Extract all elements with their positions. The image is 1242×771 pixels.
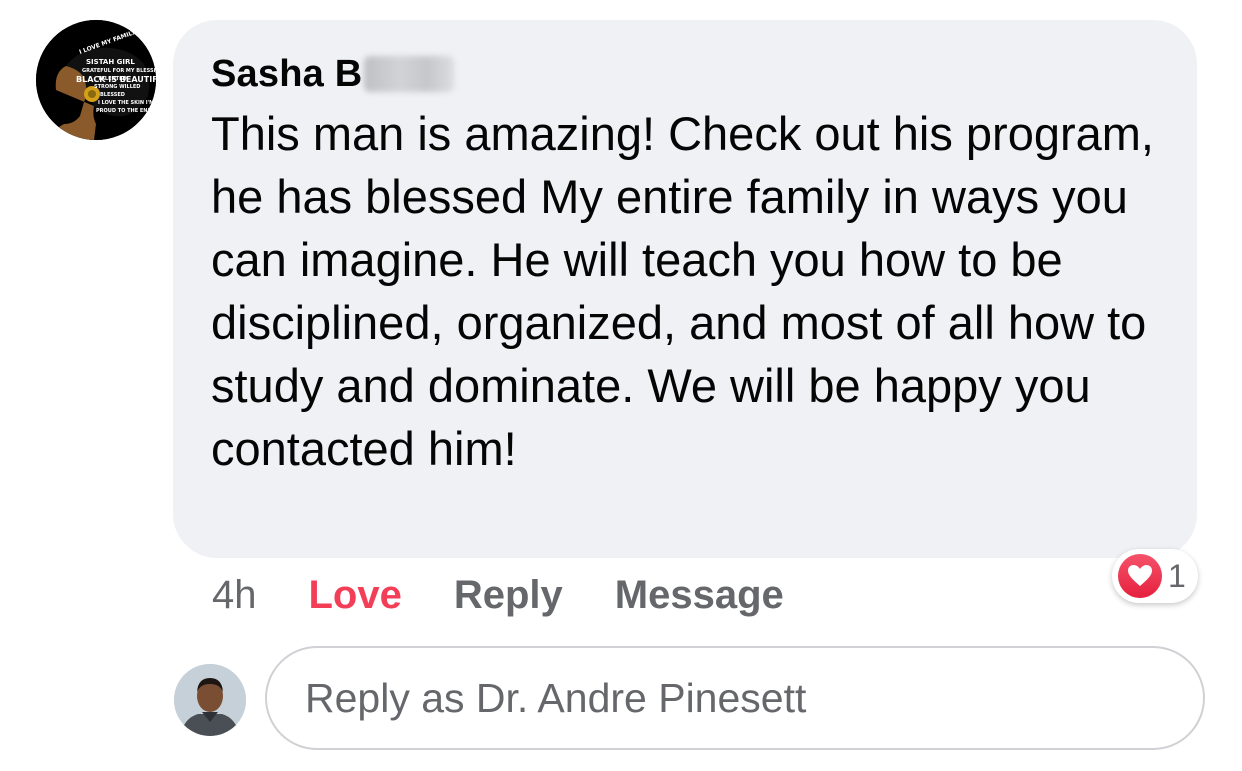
svg-text:GRATEFUL FOR MY BLESSINGS: GRATEFUL FOR MY BLESSINGS — [82, 68, 156, 74]
commenter-avatar[interactable]: I LOVE MY FAMILY SISTAH GIRL GRATEFUL FO… — [36, 20, 156, 140]
comment-bubble: Sasha B This man is amazing! Check out h… — [173, 20, 1197, 558]
svg-text:BLESSED: BLESSED — [100, 92, 125, 98]
reaction-badge[interactable]: 1 — [1112, 549, 1198, 603]
heart-icon — [1118, 554, 1162, 598]
reply-button[interactable]: Reply — [454, 573, 563, 618]
svg-text:SISTAH GIRL: SISTAH GIRL — [86, 58, 135, 66]
message-button[interactable]: Message — [615, 573, 784, 618]
comment-author: Sasha B — [211, 48, 1159, 100]
love-button[interactable]: Love — [309, 573, 402, 618]
reply-input[interactable] — [303, 673, 1203, 723]
comment-text: This man is amazing! Check out his progr… — [211, 107, 1154, 475]
svg-text:BLACK IS BEAUTIFUL: BLACK IS BEAUTIFUL — [76, 75, 156, 84]
svg-text:STRONG WILLED: STRONG WILLED — [94, 84, 140, 90]
author-name[interactable]: Sasha B — [211, 53, 362, 96]
comment-timestamp[interactable]: 4h — [212, 573, 257, 618]
svg-text:I LOVE THE SKIN I'M IN: I LOVE THE SKIN I'M IN — [98, 100, 156, 106]
svg-text:PROUD TO THE END: PROUD TO THE END — [96, 108, 152, 114]
comment-actions: 4h Love Reply Message — [212, 567, 836, 623]
reply-box[interactable] — [265, 646, 1205, 750]
redacted-surname — [364, 56, 455, 92]
reaction-count: 1 — [1168, 557, 1186, 594]
current-user-avatar — [174, 664, 246, 736]
